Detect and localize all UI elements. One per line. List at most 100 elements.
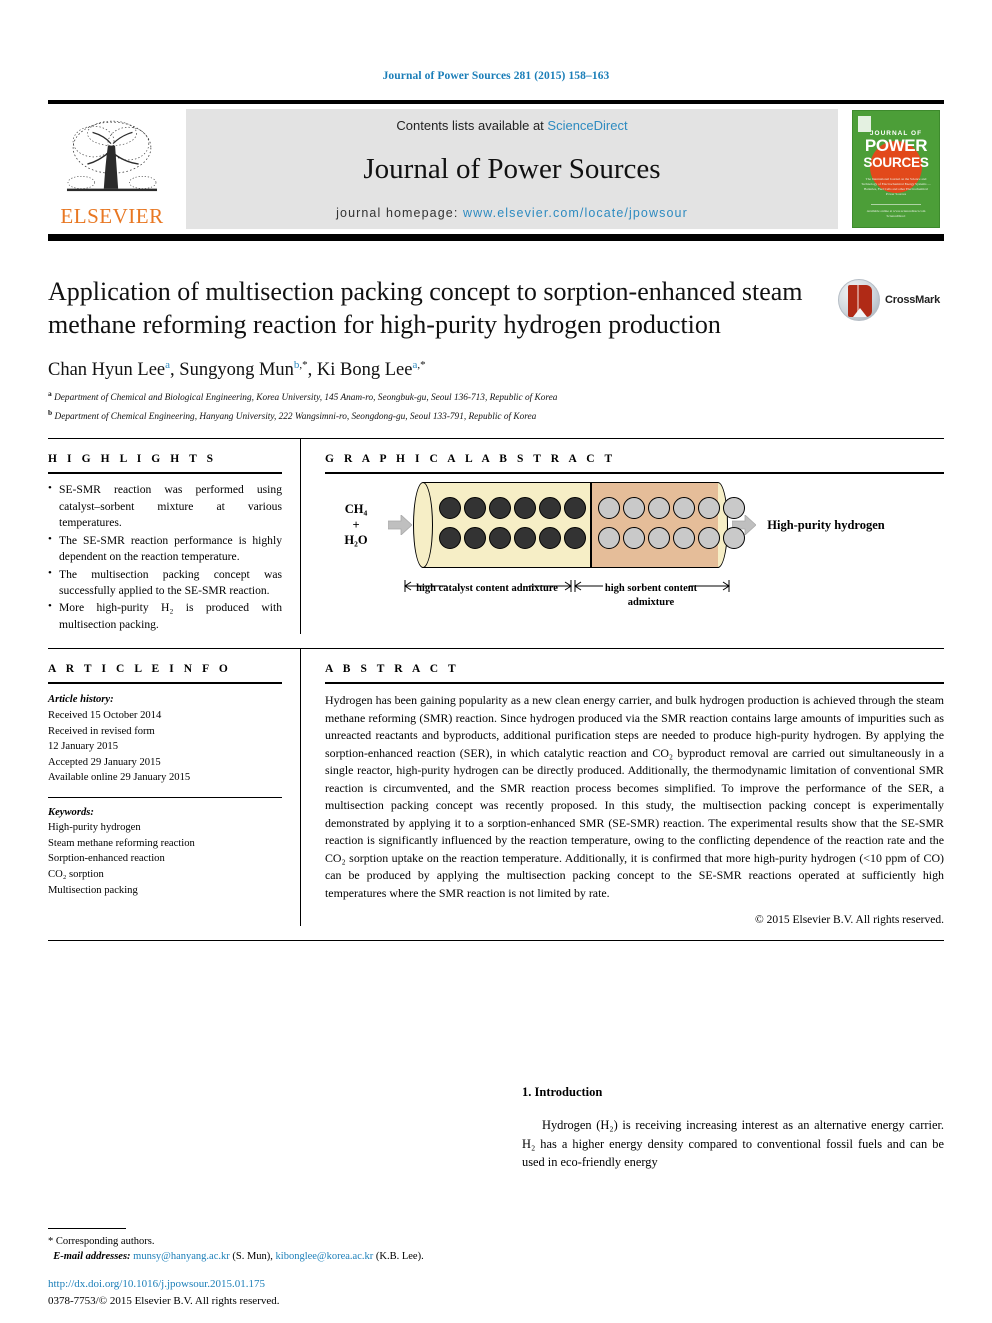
sorbent-pellet <box>623 527 645 550</box>
reactor-dimension-annotations: high catalyst content admixture high sor… <box>403 578 733 628</box>
list-item: The multisection packing concept was suc… <box>48 566 282 600</box>
footnote-rule <box>48 1227 126 1229</box>
affiliation-text: Department of Chemical and Biological En… <box>54 393 558 404</box>
sorbent-section-label: high sorbent content admixture <box>604 583 698 609</box>
highlights-list: SE-SMR reaction was performed using cata… <box>48 481 282 633</box>
catalyst-pellet <box>489 527 511 550</box>
title-area: Application of multisection packing conc… <box>48 275 944 424</box>
crossmark-badge-group[interactable]: CrossMark <box>838 277 944 323</box>
history-entry: Received 15 October 2014 <box>48 709 162 721</box>
affiliation-text: Department of Chemical Engineering, Hany… <box>54 411 537 422</box>
bottom-divider <box>48 940 944 942</box>
crossmark-triangle-shape <box>853 308 867 317</box>
catalyst-pellet <box>464 527 486 550</box>
catalyst-pellet <box>464 497 486 520</box>
cover-footer: Available online at www.sciencedirect.co… <box>866 209 926 218</box>
sorbent-pellet <box>698 527 720 550</box>
article-info-rule <box>48 682 282 685</box>
cover-divider <box>871 204 921 205</box>
corresponding-authors-note: * Corresponding authors. <box>48 1235 155 1247</box>
introduction-heading: 1. Introduction <box>522 1085 603 1099</box>
affiliation-marker: b <box>48 407 53 417</box>
catalyst-pellet <box>564 497 586 520</box>
keywords-block: Keywords: High-purity hydrogen Steam met… <box>48 805 282 898</box>
keyword-item: Steam methane reforming reaction <box>48 837 195 849</box>
email-owner-lee: (K.B. Lee). <box>375 1251 424 1263</box>
reactor-diagram <box>413 482 745 569</box>
elsevier-tree-icon <box>66 120 158 192</box>
introduction-section: 1. Introduction Hydrogen (H₂) is receivi… <box>522 1085 944 1172</box>
sorbent-pellet <box>623 497 645 520</box>
affiliation-line: b Department of Chemical Engineering, Ha… <box>48 408 944 425</box>
email-link-lee[interactable]: kibonglee@korea.ac.kr <box>276 1251 374 1262</box>
cover-blurb: The International Journal on the Science… <box>861 177 931 196</box>
inlet-arrow-icon <box>387 512 413 538</box>
journal-cover-image: JOURNAL OF POWER SOURCES The Internation… <box>852 110 940 228</box>
reactor-left-cap <box>413 482 433 569</box>
highlights-graphical-row: H I G H L I G H T S SE-SMR reaction was … <box>48 439 944 635</box>
catalyst-pellet <box>564 527 586 550</box>
contents-prefix: Contents lists available at <box>396 118 548 133</box>
affiliation-marker: a <box>48 389 52 399</box>
introduction-paragraph: Hydrogen (H₂) is receiving increasing in… <box>522 1118 944 1170</box>
graphical-abstract-rule <box>325 472 944 475</box>
email-label: E-mail addresses: <box>53 1251 131 1263</box>
inlet-species-water: H₂O <box>344 533 368 548</box>
email-link-mun[interactable]: munsy@hanyang.ac.kr <box>133 1251 230 1262</box>
copyright-line: © 2015 Elsevier B.V. All rights reserved… <box>755 914 944 927</box>
abstract-rule <box>325 682 944 685</box>
sorbent-pellet <box>648 497 670 520</box>
page-title: Application of multisection packing conc… <box>48 277 803 340</box>
journal-cover: JOURNAL OF POWER SOURCES The Internation… <box>848 109 944 229</box>
sorbent-pellet <box>648 527 670 550</box>
keyword-item: CO₂ sorption <box>48 869 104 881</box>
history-entry: Received in revised form <box>48 725 155 737</box>
catalyst-pellet <box>439 527 461 550</box>
homepage-url-link[interactable]: www.elsevier.com/locate/jpowsour <box>463 206 688 220</box>
sorbent-pellet <box>723 527 745 550</box>
highlights-heading: H I G H L I G H T S <box>48 453 217 466</box>
history-entry: 12 January 2015 <box>48 741 119 753</box>
journal-title: Journal of Power Sources <box>363 153 661 185</box>
elsevier-logo: ELSEVIER <box>48 109 176 229</box>
journal-masthead: ELSEVIER Contents lists available at Sci… <box>48 100 944 241</box>
homepage-line: journal homepage: www.elsevier.com/locat… <box>336 206 688 220</box>
keywords-label: Keywords: <box>48 806 94 818</box>
sorbent-pellet <box>723 497 745 520</box>
abstract-column: A B S T R A C T Hydrogen has been gainin… <box>301 649 944 926</box>
elsevier-wordmark: ELSEVIER <box>60 204 164 228</box>
catalyst-pellet <box>439 497 461 520</box>
footnote-block: * Corresponding authors. E-mail addresse… <box>48 1227 478 1265</box>
article-history-block: Article history: Received 15 October 201… <box>48 692 282 785</box>
catalyst-pellet <box>489 497 511 520</box>
reactor-outlet-label: High-purity hydrogen <box>767 518 885 533</box>
corresponding-marker[interactable]: ,* <box>299 359 307 371</box>
sorbent-pellet-grid <box>597 494 747 554</box>
catalyst-pellet-grid <box>438 494 588 554</box>
dimension-labels: high catalyst content admixture high sor… <box>403 582 733 610</box>
cover-power-word: POWER <box>864 136 928 155</box>
issn-copyright-line: 0378-7753/© 2015 Elsevier B.V. All right… <box>48 1294 280 1307</box>
article-history-label: Article history: <box>48 694 114 706</box>
crossmark-label: CrossMark <box>885 294 941 306</box>
reactor-section-divider <box>590 482 592 569</box>
sorbent-pellet <box>598 527 620 550</box>
doi-link[interactable]: http://dx.doi.org/10.1016/j.jpowsour.201… <box>48 1276 478 1293</box>
corresponding-marker[interactable]: ,* <box>417 359 425 371</box>
article-info-heading: A R T I C L E I N F O <box>48 663 232 676</box>
author-affiliation-marker[interactable]: a <box>165 359 170 371</box>
sorbent-pellet <box>598 497 620 520</box>
inlet-species-methane: CH₄ <box>344 501 368 516</box>
abstract-heading: A B S T R A C T <box>325 663 460 676</box>
doi-block: http://dx.doi.org/10.1016/j.jpowsour.201… <box>48 1276 478 1309</box>
sorbent-pellet <box>698 497 720 520</box>
contents-line: Contents lists available at ScienceDirec… <box>396 118 627 133</box>
email-line: E-mail addresses: munsy@hanyang.ac.kr (S… <box>48 1249 478 1265</box>
highlights-rule <box>48 472 282 475</box>
graphical-abstract-figure: CH₄ + H₂O High-purity hydrogen high cata… <box>325 482 944 632</box>
sciencedirect-link[interactable]: ScienceDirect <box>547 118 627 133</box>
list-item: The SE-SMR reaction performance is highl… <box>48 532 282 566</box>
graphical-abstract-heading: G R A P H I C A L A B S T R A C T <box>325 453 616 466</box>
graphical-abstract-column: G R A P H I C A L A B S T R A C T CH₄ + … <box>301 439 944 634</box>
homepage-prefix: journal homepage: <box>336 206 463 220</box>
